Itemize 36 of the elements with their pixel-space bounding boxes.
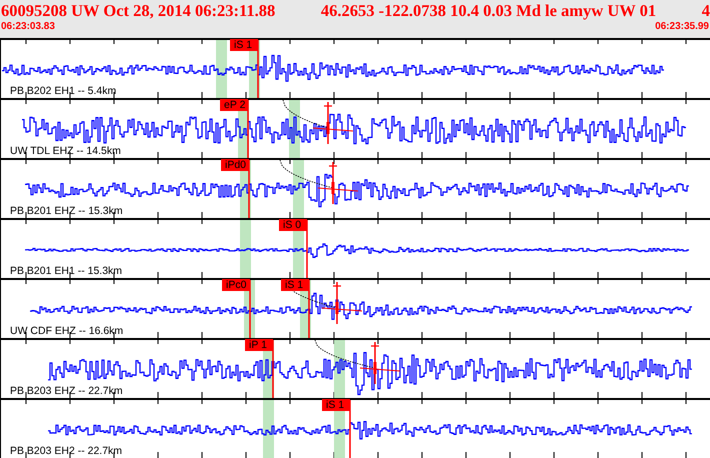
pick-line — [308, 280, 310, 338]
station-label: PB B201 EH1 -- 15.3km — [10, 265, 122, 277]
station-label: PB B203 EH2 -- 22.7km — [10, 445, 122, 457]
pick-window-band — [240, 220, 251, 278]
start-time: 06:23:03.83 — [1, 20, 55, 33]
station-label: UW CDF EHZ -- 16.6km — [10, 325, 124, 337]
station-label: UW TDL EHZ -- 14.5km — [10, 145, 121, 157]
pick-line — [349, 400, 351, 458]
amplitude-marker — [322, 282, 362, 324]
pick-label[interactable]: iP 1 — [245, 339, 273, 351]
event-code: 4 — [702, 2, 710, 20]
pick-label[interactable]: iS 1 — [230, 39, 258, 51]
pick-window-band — [293, 160, 304, 218]
end-time: 06:23:35.99 — [655, 20, 709, 33]
pick-line — [306, 220, 308, 278]
pick-line — [247, 100, 249, 158]
pick-line — [249, 280, 251, 338]
event-solution: 46.2653 -122.0738 10.4 0.03 Md le amyw UW 01 — [320, 2, 656, 20]
pick-label[interactable]: iPc0 — [222, 279, 250, 291]
pick-line — [272, 340, 274, 398]
amplitude-marker — [360, 342, 400, 384]
pick-line — [248, 160, 250, 218]
event-title: 60095208 UW Oct 28, 2014 06:23:11.88 — [1, 2, 276, 20]
pick-label[interactable]: iS 1 — [322, 399, 350, 411]
station-label: PB B201 EHZ -- 15.3km — [10, 205, 123, 217]
pick-window-band — [263, 400, 274, 458]
amplitude-marker — [312, 102, 354, 144]
pick-label[interactable]: eP 2 — [220, 99, 248, 111]
pick-line — [257, 40, 259, 98]
pick-label[interactable]: iS 1 — [281, 279, 309, 291]
station-label: PB B203 EHZ -- 22.7km — [10, 385, 123, 397]
amplitude-marker — [318, 162, 358, 204]
station-label: PB B202 EH1 -- 5.4km — [10, 85, 116, 97]
pick-window-band — [216, 40, 227, 98]
pick-label[interactable]: iS 0 — [279, 219, 307, 231]
pick-label[interactable]: iPd0 — [221, 159, 249, 171]
